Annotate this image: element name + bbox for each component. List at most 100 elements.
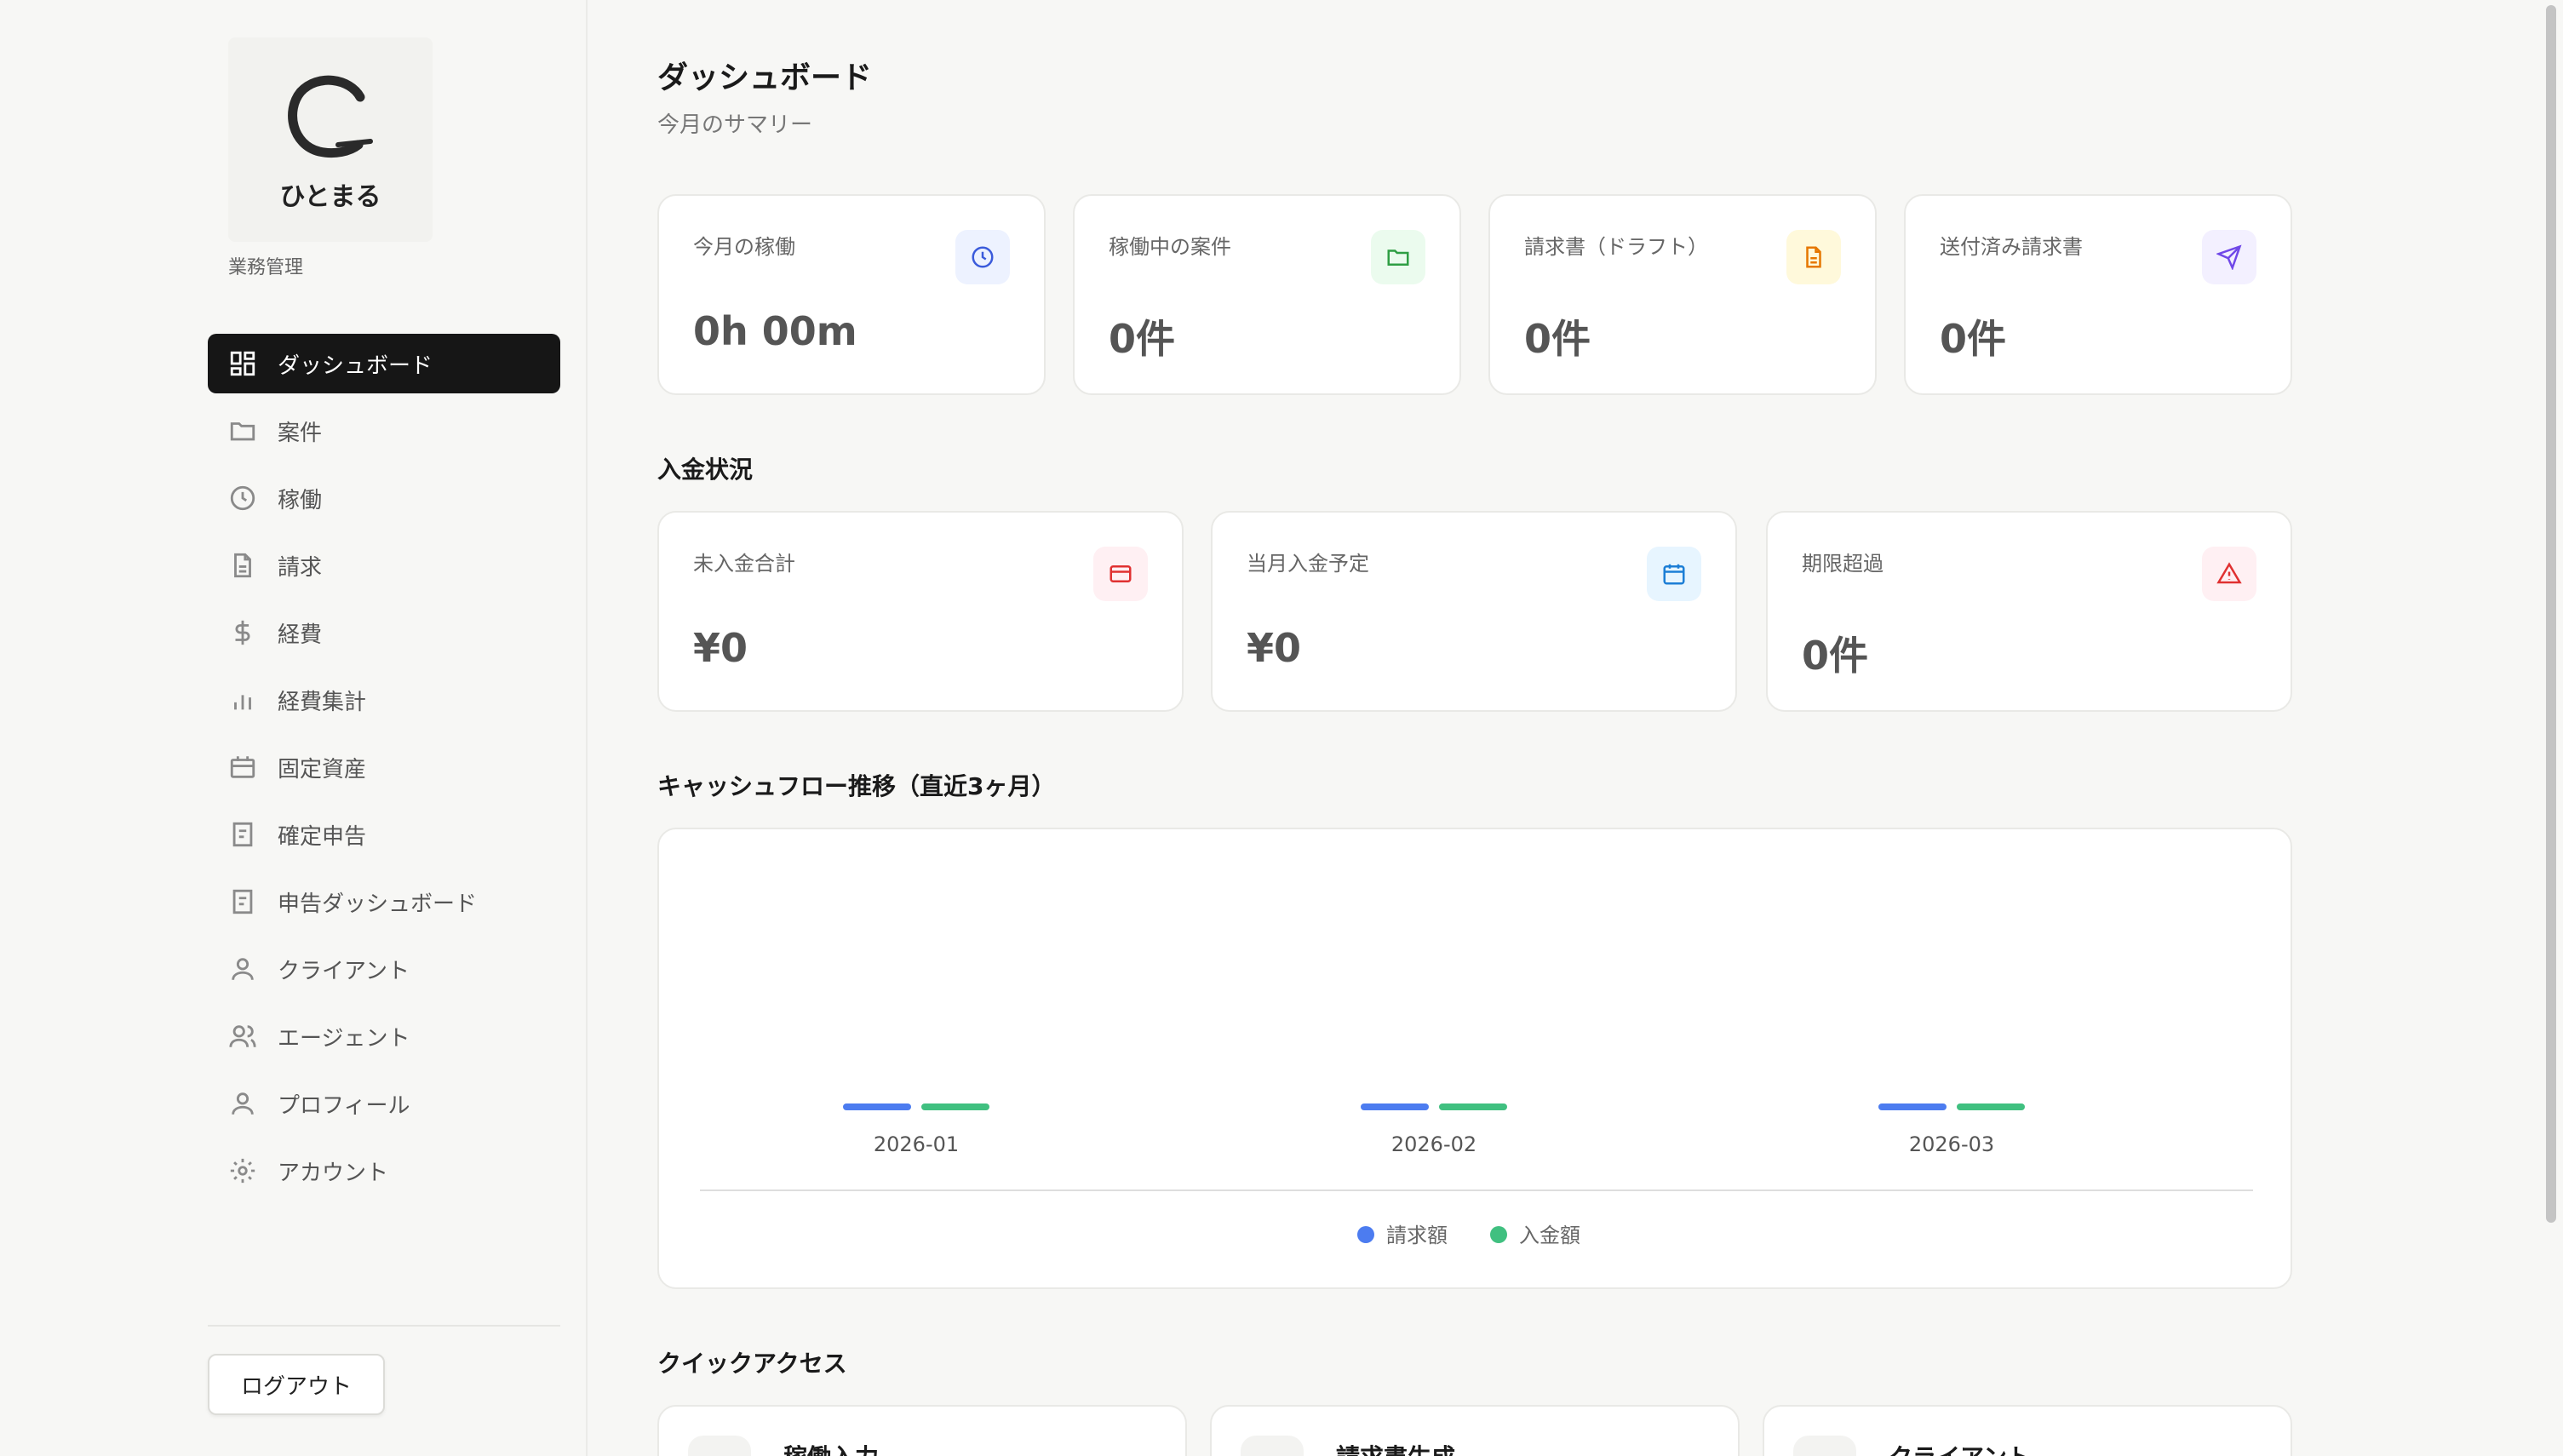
- card-label: 未入金合計: [693, 552, 795, 576]
- legend-label: 入金額: [1519, 1224, 1580, 1247]
- sidebar-item-label: 経費: [278, 622, 323, 648]
- scrollbar-thumb[interactable]: [2546, 5, 2556, 1223]
- sidebar-item-clients[interactable]: クライアント: [208, 939, 560, 999]
- sidebar-item-label: 案件: [278, 420, 323, 446]
- user-icon: [228, 1089, 257, 1118]
- payment-card-expected-this-month[interactable]: 当月入金予定 ¥0: [1211, 511, 1737, 712]
- sidebar-item-label: 稼働: [278, 487, 323, 513]
- main-content: ダッシュボード 今月のサマリー 今月の稼働 0h 00m 稼働中の案件 0件 請…: [589, 0, 2539, 1456]
- logout-button[interactable]: ログアウト: [208, 1354, 385, 1415]
- card-value: ¥0: [693, 625, 748, 671]
- credit-card-icon: [1093, 547, 1148, 601]
- sidebar-item-label: 経費集計: [278, 689, 367, 715]
- card-label: 当月入金予定: [1247, 552, 1369, 576]
- dashboard-grid-icon: [228, 349, 257, 378]
- gear-icon: [228, 1156, 257, 1185]
- users-icon: [228, 1022, 257, 1051]
- page-subtitle: 今月のサマリー: [657, 112, 813, 138]
- sidebar-item-tax-dashboard[interactable]: 申告ダッシュボード: [208, 872, 560, 931]
- clock-icon: [688, 1436, 751, 1456]
- folder-icon: [228, 416, 257, 445]
- sidebar-item-label: エージェント: [278, 1025, 410, 1052]
- sidebar-item-account[interactable]: アカウント: [208, 1141, 560, 1201]
- card-value: 0件: [1524, 316, 1591, 362]
- user-icon: [228, 954, 257, 983]
- page-scrollbar[interactable]: [2539, 0, 2563, 1456]
- dollar-icon: [228, 618, 257, 647]
- card-label: 今月の稼働: [693, 235, 795, 259]
- sidebar-item-label: 確定申告: [278, 823, 367, 850]
- x-tick-label: 2026-03: [1909, 1132, 1994, 1156]
- sidebar-item-label: 固定資産: [278, 756, 367, 782]
- summary-card-work-hours[interactable]: 今月の稼働 0h 00m: [657, 194, 1046, 395]
- card-label: 稼働中の案件: [1109, 235, 1231, 259]
- summary-card-draft-invoices[interactable]: 請求書（ドラフト） 0件: [1488, 194, 1877, 395]
- page-title: ダッシュボード: [657, 60, 873, 95]
- sidebar-item-expenses[interactable]: 経費: [208, 603, 560, 662]
- folder-icon: [1371, 230, 1425, 284]
- cashflow-chart: 2026-01 2026-02 2026-03 請求額 入金額: [657, 828, 2292, 1289]
- sidebar-item-work-hours[interactable]: 稼働: [208, 468, 560, 528]
- bar-入金額-2026-02: [1439, 1103, 1507, 1110]
- clock-icon: [228, 484, 257, 513]
- x-tick-label: 2026-01: [874, 1132, 959, 1156]
- sidebar-item-dashboard[interactable]: ダッシュボード: [208, 334, 560, 393]
- quick-access-invoice-generate[interactable]: 請求書生成: [1210, 1405, 1740, 1456]
- bar-請求額-2026-02: [1361, 1103, 1429, 1110]
- quick-access-title: クイックアクセス: [657, 1350, 847, 1378]
- sidebar-item-label: ダッシュボード: [278, 353, 433, 379]
- card-label: 期限超過: [1802, 552, 1884, 576]
- quick-access-clients[interactable]: クライアント: [1763, 1405, 2292, 1456]
- sidebar-item-expense-summary[interactable]: 経費集計: [208, 670, 560, 730]
- bar-入金額-2026-01: [921, 1103, 989, 1110]
- card-label: 請求書（ドラフト）: [1524, 235, 1708, 259]
- legend-label: 請求額: [1386, 1224, 1448, 1247]
- sidebar-item-profile[interactable]: プロフィール: [208, 1074, 560, 1133]
- summary-card-active-projects[interactable]: 稼働中の案件 0件: [1073, 194, 1461, 395]
- card-value: 0h 00m: [693, 308, 857, 354]
- sidebar-item-agents[interactable]: エージェント: [208, 1006, 560, 1066]
- bar-入金額-2026-03: [1957, 1103, 2025, 1110]
- sidebar-item-label: プロフィール: [278, 1092, 410, 1119]
- app-logo[interactable]: ひとまる: [228, 37, 433, 242]
- sidebar-item-fixed-assets[interactable]: 固定資産: [208, 737, 560, 797]
- quick-access-work-entry[interactable]: 稼働入力: [657, 1405, 1187, 1456]
- payment-card-unpaid-total[interactable]: 未入金合計 ¥0: [657, 511, 1184, 712]
- user-icon: [1793, 1436, 1856, 1456]
- card-value: 0件: [1940, 316, 2007, 362]
- sidebar-item-invoices[interactable]: 請求: [208, 536, 560, 595]
- quick-access-label: クライアント: [1889, 1439, 2031, 1456]
- warning-icon: [2202, 547, 2256, 601]
- card-value: 0件: [1802, 633, 1869, 679]
- sidebar-item-label: 請求: [278, 554, 323, 581]
- document-icon: [228, 551, 257, 580]
- cashflow-chart-svg: 2026-01 2026-02 2026-03 請求額 入金額: [700, 1103, 2253, 1247]
- quick-access-label: 請求書生成: [1336, 1439, 1455, 1456]
- summary-card-sent-invoices[interactable]: 送付済み請求書 0件: [1904, 194, 2292, 395]
- legend-marker: [1357, 1226, 1374, 1243]
- card-value: 0件: [1109, 316, 1176, 362]
- payment-card-overdue[interactable]: 期限超過 0件: [1766, 511, 2292, 712]
- bar-請求額-2026-01: [843, 1103, 911, 1110]
- enso-logo-icon: [288, 75, 373, 158]
- sidebar-divider: [208, 1325, 560, 1327]
- send-icon: [2202, 230, 2256, 284]
- logo-text: ひとまる: [279, 182, 381, 212]
- bar-請求額-2026-03: [1878, 1103, 1947, 1110]
- x-tick-label: 2026-02: [1391, 1132, 1476, 1156]
- sidebar-item-label: 申告ダッシュボード: [278, 891, 478, 917]
- sidebar: ひとまる 業務管理 ダッシュボード 案件 稼働 請求 経費 経費集計 固定資産 …: [0, 0, 588, 1456]
- card-label: 送付済み請求書: [1940, 235, 2083, 259]
- bar-chart-icon: [228, 685, 257, 714]
- sidebar-nav: ダッシュボード 案件 稼働 請求 経費 経費集計 固定資産 確定申告 申告ダッシ…: [208, 334, 560, 1208]
- section-label: 業務管理: [228, 257, 304, 278]
- sidebar-item-tax-return[interactable]: 確定申告: [208, 805, 560, 864]
- payment-section-title: 入金状況: [657, 456, 754, 484]
- sidebar-item-projects[interactable]: 案件: [208, 401, 560, 461]
- clock-icon: [955, 230, 1010, 284]
- quick-access-label: 稼働入力: [783, 1439, 879, 1456]
- card-value: ¥0: [1247, 625, 1302, 671]
- document-icon: [1241, 1436, 1304, 1456]
- document-icon: [1786, 230, 1841, 284]
- calendar-asset-icon: [228, 753, 257, 782]
